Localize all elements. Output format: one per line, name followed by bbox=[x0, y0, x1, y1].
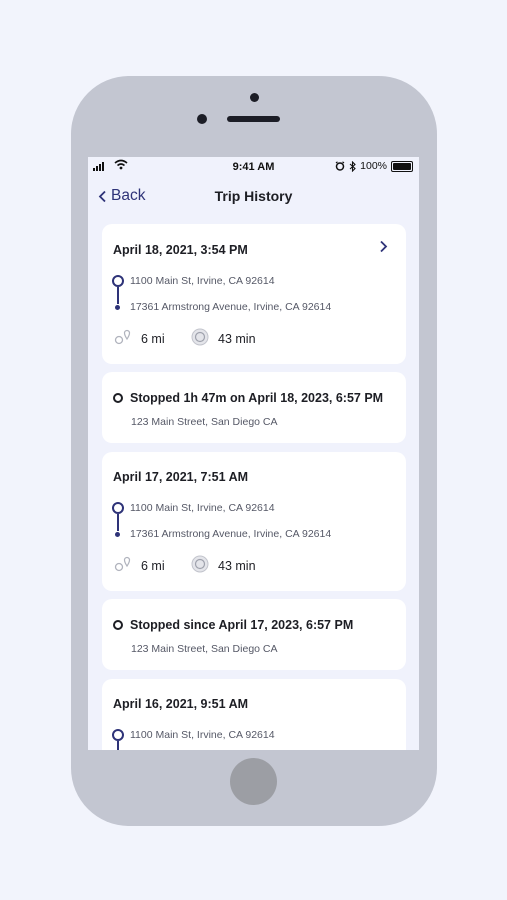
app-screen: 9:41 AM 100% Back Trip History April 18,… bbox=[88, 157, 419, 750]
trip-date: April 17, 2021, 7:51 AM bbox=[113, 470, 249, 484]
map-pin-icon bbox=[114, 556, 131, 572]
chevron-right-icon[interactable] bbox=[379, 240, 388, 253]
battery-icon bbox=[391, 160, 413, 172]
earpiece-speaker bbox=[227, 116, 280, 122]
trip-distance: 6 mi bbox=[141, 559, 165, 573]
alarm-icon bbox=[335, 161, 345, 171]
trip-card[interactable]: April 16, 2021, 9:51 AM 1100 Main St, Ir… bbox=[102, 679, 406, 750]
proximity-sensor bbox=[197, 114, 207, 124]
home-button[interactable] bbox=[230, 758, 277, 805]
trip-distance: 6 mi bbox=[141, 332, 165, 346]
nav-bar: Back Trip History bbox=[88, 185, 419, 209]
clock-icon bbox=[191, 555, 209, 573]
route-start-marker bbox=[112, 275, 124, 287]
stop-marker bbox=[113, 393, 123, 403]
trip-date: April 16, 2021, 9:51 AM bbox=[113, 697, 249, 711]
battery-percent: 100% bbox=[360, 160, 387, 172]
route-line bbox=[117, 514, 119, 531]
trip-end-address: 17361 Armstrong Avenue, Irvine, CA 92614 bbox=[130, 301, 332, 313]
trip-duration: 43 min bbox=[218, 332, 256, 346]
stop-title: Stopped since April 17, 2023, 6:57 PM bbox=[130, 618, 354, 632]
route-end-marker bbox=[115, 532, 120, 537]
trip-end-address: 17361 Armstrong Avenue, Irvine, CA 92614 bbox=[130, 528, 332, 540]
stop-address: 123 Main Street, San Diego CA bbox=[131, 643, 278, 655]
trip-start-address: 1100 Main St, Irvine, CA 92614 bbox=[130, 275, 275, 287]
stop-address: 123 Main Street, San Diego CA bbox=[131, 416, 278, 428]
stop-title: Stopped 1h 47m on April 18, 2023, 6:57 P… bbox=[130, 391, 384, 405]
trip-card[interactable]: April 17, 2021, 7:51 AM 1100 Main St, Ir… bbox=[102, 452, 406, 591]
bluetooth-icon bbox=[349, 160, 356, 172]
trip-start-address: 1100 Main St, Irvine, CA 92614 bbox=[130, 502, 275, 514]
trip-start-address: 1100 Main St, Irvine, CA 92614 bbox=[130, 729, 275, 741]
stop-card[interactable]: Stopped 1h 47m on April 18, 2023, 6:57 P… bbox=[102, 372, 406, 443]
front-camera bbox=[250, 93, 259, 102]
route-start-marker bbox=[112, 502, 124, 514]
status-bar: 9:41 AM 100% bbox=[88, 157, 419, 179]
route-line bbox=[117, 287, 119, 304]
stop-card[interactable]: Stopped since April 17, 2023, 6:57 PM 12… bbox=[102, 599, 406, 670]
route-start-marker bbox=[112, 729, 124, 741]
route-line bbox=[117, 741, 119, 750]
clock-icon bbox=[191, 328, 209, 346]
map-pin-icon bbox=[114, 329, 131, 345]
trip-duration: 43 min bbox=[218, 559, 256, 573]
page-title: Trip History bbox=[214, 188, 293, 204]
trip-date: April 18, 2021, 3:54 PM bbox=[113, 243, 248, 257]
trip-card[interactable]: April 18, 2021, 3:54 PM 1100 Main St, Ir… bbox=[102, 224, 406, 364]
stop-marker bbox=[113, 620, 123, 630]
route-end-marker bbox=[115, 305, 120, 310]
